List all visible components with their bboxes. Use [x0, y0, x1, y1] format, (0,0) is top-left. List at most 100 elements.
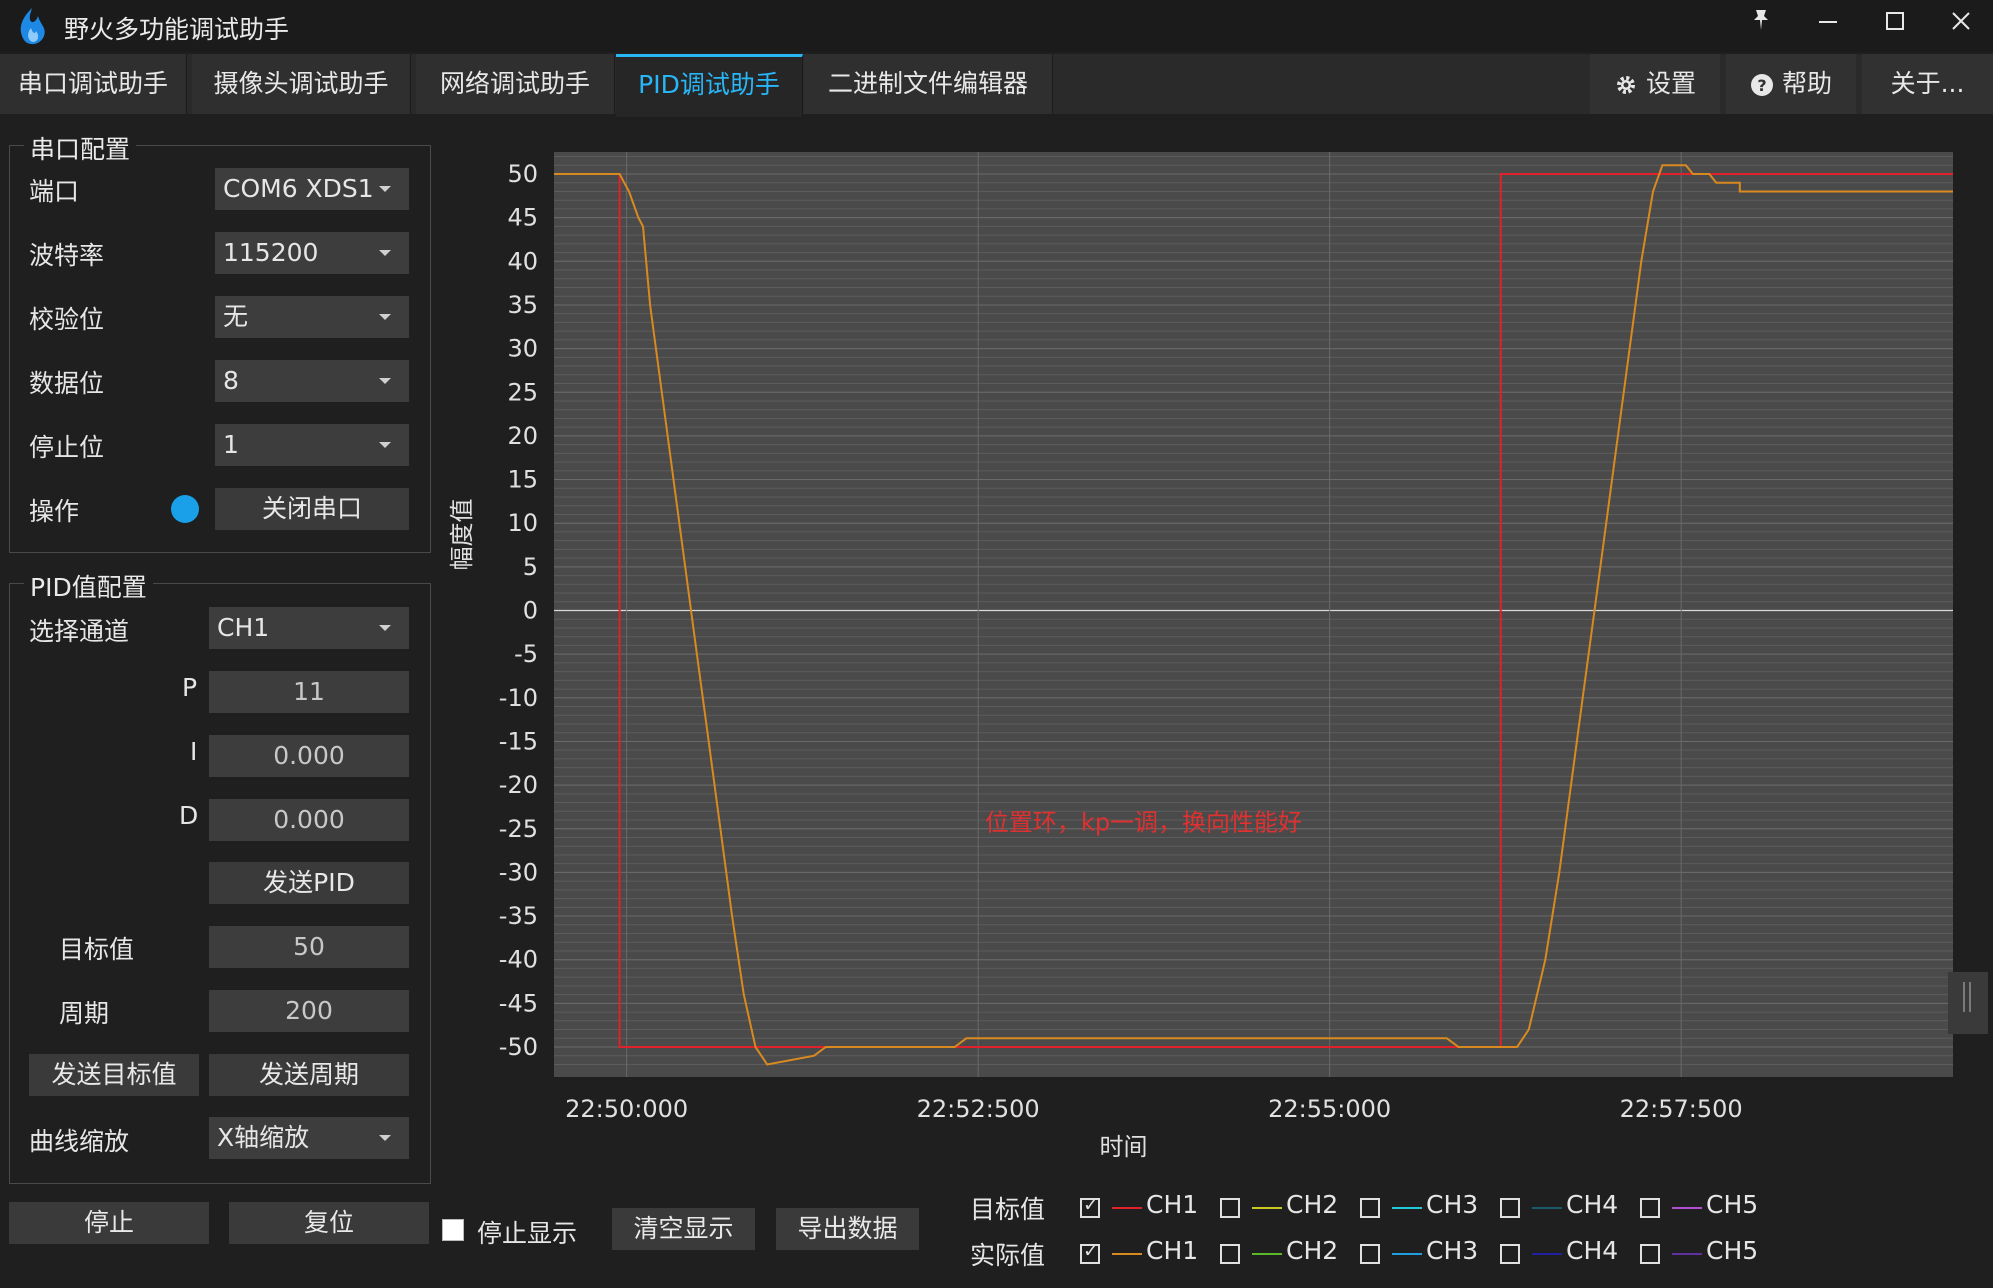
- legend-target-checkbox-ch4[interactable]: [1500, 1198, 1520, 1218]
- chevron-down-icon: [379, 378, 391, 384]
- legend-target-swatch-ch2: [1252, 1207, 1282, 1209]
- d-label: D: [179, 801, 199, 830]
- y-tick-label: 25: [507, 378, 538, 406]
- settings-label: 设置: [1645, 69, 1696, 98]
- send-pid-button[interactable]: 发送PID: [209, 862, 409, 904]
- tab-pid[interactable]: PID调试助手: [616, 54, 803, 117]
- send-period-button[interactable]: 发送周期: [209, 1054, 409, 1096]
- chevron-down-icon: [379, 1135, 391, 1141]
- legend-target-checkbox-ch1[interactable]: [1080, 1194, 1100, 1218]
- stop-display-label: 停止显示: [477, 1219, 578, 1248]
- i-input[interactable]: 0.000: [209, 735, 409, 777]
- plot-area: [554, 152, 1953, 1077]
- legend-actual-label-ch5: CH5: [1706, 1236, 1759, 1265]
- y-tick-label: -25: [499, 815, 538, 843]
- legend-actual-checkbox-ch5[interactable]: [1640, 1244, 1660, 1264]
- tab-serial[interactable]: 串口调试助手: [0, 54, 187, 114]
- i-label: I: [190, 737, 198, 766]
- help-tab[interactable]: ? 帮助: [1726, 54, 1856, 114]
- period-input[interactable]: 200: [209, 990, 409, 1032]
- chart-svg: 50454035302520151050-5-10-15-20-25-30-35…: [448, 152, 1988, 1161]
- close-port-button[interactable]: 关闭串口: [215, 488, 409, 530]
- clear-display-button[interactable]: 清空显示: [612, 1208, 755, 1250]
- legend-target-label-ch5: CH5: [1706, 1190, 1759, 1219]
- maximize-icon[interactable]: [1864, 0, 1926, 48]
- y-tick-label: -45: [499, 989, 538, 1017]
- target-input[interactable]: 50: [209, 926, 409, 968]
- stopbits-select[interactable]: 1: [215, 424, 409, 466]
- x-tick-label: 22:55:000: [1268, 1095, 1391, 1123]
- databits-label: 数据位: [29, 369, 105, 398]
- tab-network[interactable]: 网络调试助手: [416, 54, 615, 114]
- svg-text:?: ?: [1757, 76, 1766, 95]
- legend-target-swatch-ch1: [1112, 1207, 1142, 1209]
- flame-logo-icon: [20, 8, 45, 45]
- parity-select[interactable]: 无: [215, 296, 409, 338]
- about-tab[interactable]: 关于...: [1862, 54, 1993, 114]
- legend-actual-checkbox-ch2[interactable]: [1220, 1244, 1240, 1264]
- legend-actual-checkbox-ch3[interactable]: [1360, 1244, 1380, 1264]
- legend-actual-label: 实际值: [970, 1241, 1046, 1270]
- y-tick-label: 50: [507, 160, 538, 188]
- channel-select[interactable]: CH1: [209, 607, 409, 649]
- chevron-down-icon: [379, 625, 391, 631]
- chevron-down-icon: [379, 314, 391, 320]
- export-data-button[interactable]: 导出数据: [776, 1208, 919, 1250]
- legend-actual-checkbox-ch4[interactable]: [1500, 1244, 1520, 1264]
- send-target-button[interactable]: 发送目标值: [29, 1054, 199, 1096]
- legend-actual-checkbox-ch1[interactable]: [1080, 1240, 1100, 1264]
- period-label: 周期: [59, 999, 110, 1028]
- baud-select[interactable]: 115200: [215, 232, 409, 274]
- tab-camera[interactable]: 摄像头调试助手: [192, 54, 411, 114]
- tab-bar: 串口调试助手 摄像头调试助手 网络调试助手 PID调试助手 二进制文件编辑器 设…: [0, 54, 1993, 117]
- zoom-select[interactable]: X轴缩放: [209, 1117, 409, 1159]
- chevron-down-icon: [379, 186, 391, 192]
- legend-target-checkbox-ch2[interactable]: [1220, 1198, 1240, 1218]
- parity-label: 校验位: [29, 305, 105, 334]
- y-tick-label: 5: [523, 553, 538, 581]
- chart-annotation: 位置环，kp一调，换向性能好: [985, 809, 1302, 837]
- y-tick-label: 0: [523, 597, 538, 625]
- legend-target-label-ch3: CH3: [1426, 1190, 1479, 1219]
- legend-target-checkbox-ch3[interactable]: [1360, 1198, 1380, 1218]
- d-input[interactable]: 0.000: [209, 799, 409, 841]
- databits-select[interactable]: 8: [215, 360, 409, 402]
- stop-display-checkbox[interactable]: [442, 1219, 464, 1241]
- baud-label: 波特率: [29, 241, 105, 270]
- port-label: 端口: [29, 177, 80, 206]
- legend-actual-swatch-ch4: [1532, 1253, 1562, 1255]
- port-select[interactable]: COM6 XDS1: [215, 168, 409, 210]
- port-status-indicator: [171, 495, 199, 523]
- x-tick-label: 22:52:500: [917, 1095, 1040, 1123]
- app-title: 野火多功能调试助手: [64, 15, 290, 44]
- tab-binary-editor[interactable]: 二进制文件编辑器: [804, 54, 1053, 114]
- operation-label: 操作: [29, 497, 80, 526]
- legend-target-checkbox-ch5[interactable]: [1640, 1198, 1660, 1218]
- pid-chart: 50 45 40 35 30 25 20 15 10 5 0 -5 -10 -15 -20 -25 -30 -35…: [440, 140, 1993, 1180]
- p-input[interactable]: 11: [209, 671, 409, 713]
- legend-actual-swatch-ch3: [1392, 1253, 1422, 1255]
- channel-label: 选择通道: [29, 617, 130, 646]
- gear-icon: [1616, 76, 1635, 94]
- settings-tab[interactable]: 设置: [1590, 54, 1720, 114]
- legend-actual-swatch-ch1: [1112, 1253, 1142, 1255]
- y-tick-label: -10: [499, 684, 538, 712]
- help-label: 帮助: [1781, 69, 1832, 98]
- close-icon[interactable]: [1930, 0, 1992, 48]
- minimize-icon[interactable]: [1797, 0, 1859, 48]
- legend-target-swatch-ch5: [1672, 1207, 1702, 1209]
- pid-config-title: PID值配置: [24, 568, 153, 604]
- x-axis-label: 时间: [1100, 1133, 1148, 1161]
- y-tick-label: 35: [507, 291, 538, 319]
- splitter-handle[interactable]: [1948, 972, 1988, 1034]
- pin-icon[interactable]: [1730, 0, 1792, 48]
- legend-target-swatch-ch3: [1392, 1207, 1422, 1209]
- stop-button[interactable]: 停止: [9, 1202, 209, 1244]
- serial-config-title: 串口配置: [24, 130, 137, 166]
- reset-button[interactable]: 复位: [229, 1202, 429, 1244]
- x-tick-label: 22:57:500: [1620, 1095, 1743, 1123]
- y-tick-label: -15: [499, 727, 538, 755]
- y-tick-label: -40: [499, 946, 538, 974]
- legend-actual-swatch-ch2: [1252, 1253, 1282, 1255]
- title-bar: 野火多功能调试助手: [0, 0, 1993, 52]
